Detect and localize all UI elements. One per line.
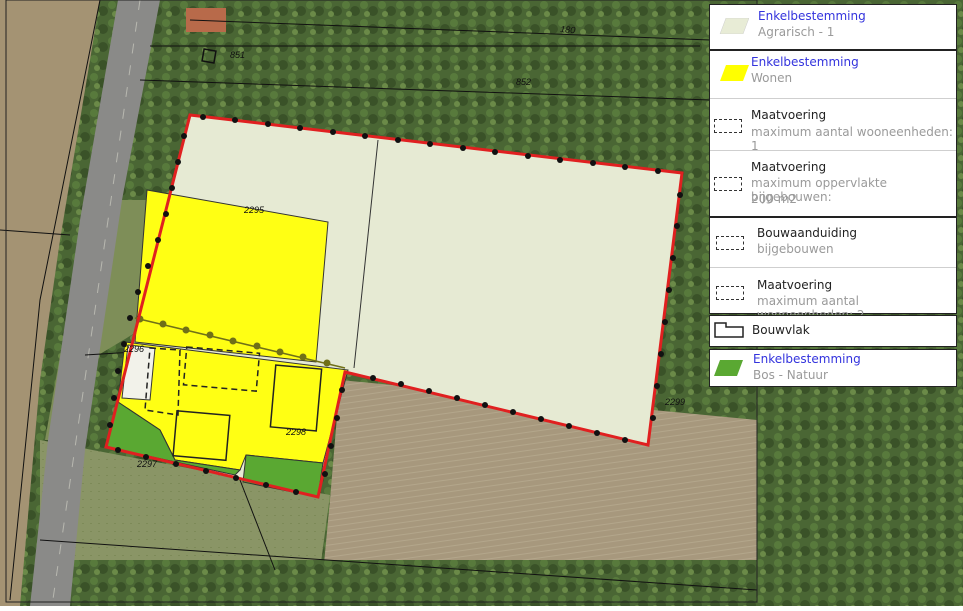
legend-maat1-subtitle: maximum aantal wooneenheden: 1 <box>751 125 953 153</box>
parcel-label-2298: 2298 <box>285 427 306 437</box>
legend-group-4: Bouwvlak <box>709 315 957 347</box>
parcel-label-852: 852 <box>516 77 531 87</box>
bouwaanduiding-dash-icon <box>716 236 744 250</box>
legend-item-bouwaanduiding: Bouwaanduiding bijgebouwen <box>710 218 956 268</box>
legend-item-bos: Enkelbestemming Bos - Natuur <box>710 350 956 386</box>
legend-maat1-title: Maatvoering <box>751 108 827 122</box>
legend-panel: Enkelbestemming Agrarisch - 1 Enkelbeste… <box>709 4 957 387</box>
legend-bouwvlak-title: Bouwvlak <box>752 323 810 337</box>
legend-group-3: Bouwaanduiding bijgebouwen Maatvoering m… <box>709 217 957 322</box>
legend-wonen-title: Enkelbestemming <box>751 55 859 69</box>
agrarisch-swatch <box>719 18 749 34</box>
tree-row-bottom <box>30 560 757 606</box>
bouwvlak-icon <box>714 322 744 338</box>
parcel-label-2296: 2296 <box>123 344 144 354</box>
legend-item-maat-opp: Maatvoering maximum oppervlakte bijgebou… <box>710 151 956 216</box>
legend-group-2: Enkelbestemming Wonen Maatvoering maximu… <box>709 50 957 217</box>
legend-bouwaand-title: Bouwaanduiding <box>757 226 858 240</box>
legend-agrarisch-title: Enkelbestemming <box>758 9 866 23</box>
legend-bos-subtitle: Bos - Natuur <box>753 368 828 382</box>
parcel-label-2295: 2295 <box>243 205 265 215</box>
legend-item-maat1: Maatvoering maximum aantal wooneenheden:… <box>710 99 956 153</box>
legend-item-agrarisch: Enkelbestemming Agrarisch - 1 <box>710 5 956 49</box>
legend-group-1: Enkelbestemming Agrarisch - 1 <box>709 4 957 50</box>
legend-item-wonen: Enkelbestemming Wonen <box>710 51 956 99</box>
maat2-dash-icon <box>716 286 744 300</box>
maat1-dash-icon <box>714 119 742 133</box>
parcel-label-180: 180 <box>560 24 576 35</box>
wonen-swatch <box>720 65 749 81</box>
legend-group-5: Enkelbestemming Bos - Natuur <box>709 349 957 387</box>
legend-maat-opp-subtitle2: 200 m2 <box>751 192 798 206</box>
legend-bouwaand-subtitle: bijgebouwen <box>757 242 834 256</box>
parcel-label-851: 851 <box>230 50 245 60</box>
legend-maat-opp-title: Maatvoering <box>751 160 827 174</box>
legend-agrarisch-subtitle: Agrarisch - 1 <box>758 25 835 39</box>
legend-item-maat2: Maatvoering maximum aantal wooneenheden:… <box>710 268 956 322</box>
bos-swatch <box>714 360 743 376</box>
legend-item-bouwvlak: Bouwvlak <box>710 316 956 346</box>
legend-wonen-subtitle: Wonen <box>751 71 793 85</box>
parcel-label-2297: 2297 <box>136 459 158 469</box>
legend-bos-title: Enkelbestemming <box>753 352 861 366</box>
legend-maat2-title: Maatvoering <box>757 278 833 292</box>
maat-opp-dash-icon <box>714 177 742 191</box>
parcel-label-2299: 2299 <box>664 397 685 407</box>
